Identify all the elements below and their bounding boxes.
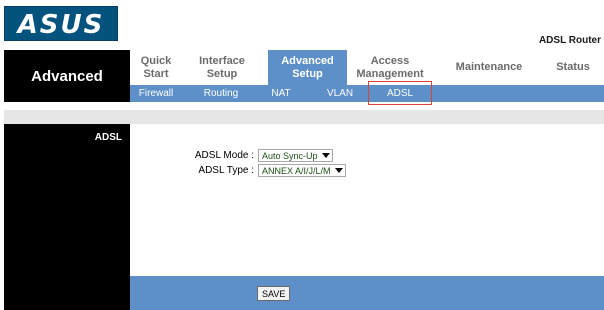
subtab-routing[interactable]: Routing	[194, 85, 248, 102]
tab-label: Start	[143, 67, 169, 80]
main-nav: Quick Start Interface Setup Advanced Setup …	[130, 50, 604, 85]
tab-access-management[interactable]: Access Management	[350, 50, 430, 85]
tab-status[interactable]: Status	[542, 50, 604, 85]
tab-label: Access	[370, 54, 410, 67]
chevron-down-icon	[334, 168, 343, 173]
content-area: ADSL Mode : Auto Sync-Up ADSL Type : ANN…	[130, 124, 604, 276]
chevron-down-icon	[321, 153, 330, 158]
tab-interface-setup[interactable]: Interface Setup	[182, 50, 262, 85]
tab-quick-start[interactable]: Quick Start	[130, 50, 182, 85]
subtab-firewall[interactable]: Firewall	[130, 85, 182, 102]
adsl-mode-select[interactable]: Auto Sync-Up	[258, 149, 333, 162]
tab-label: Advanced	[281, 54, 334, 67]
asus-logo-mark: ASUS	[16, 11, 105, 37]
tab-label: Maintenance	[455, 61, 523, 73]
tab-label: Status	[556, 61, 590, 73]
tab-advanced-setup[interactable]: Advanced Setup	[268, 50, 347, 85]
tab-label: Quick	[140, 54, 172, 67]
footer-left	[4, 276, 130, 310]
sub-nav: Firewall Routing NAT VLAN ADSL	[130, 85, 604, 102]
spacer-band	[4, 110, 604, 124]
adsl-mode-label: ADSL Mode :	[194, 150, 254, 161]
asus-logo: ASUS	[4, 6, 118, 41]
sidebar-title: ADSL	[94, 132, 122, 143]
subtab-vlan[interactable]: VLAN	[320, 85, 360, 102]
adsl-type-value: ANNEX A/I/J/L/M	[262, 165, 331, 176]
adsl-type-select[interactable]: ANNEX A/I/J/L/M	[258, 164, 346, 177]
footer-bar: SAVE	[130, 276, 604, 310]
tab-label: Management	[356, 67, 424, 80]
save-button[interactable]: SAVE	[257, 286, 291, 301]
subtab-nat[interactable]: NAT	[261, 85, 301, 102]
tab-label: Interface	[199, 54, 245, 67]
adsl-mode-value: Auto Sync-Up	[262, 150, 318, 161]
active-subtab-highlight	[368, 81, 432, 105]
product-name: ADSL Router	[538, 35, 601, 46]
svg-text:ASUS: ASUS	[16, 11, 105, 37]
tab-label: Setup	[292, 67, 323, 80]
sidebar: ADSL	[4, 124, 130, 276]
tab-maintenance[interactable]: Maintenance	[448, 50, 530, 85]
adsl-type-row: ADSL Type : ANNEX A/I/J/L/M	[130, 164, 346, 177]
section-title: Advanced	[4, 50, 130, 102]
tab-label: Setup	[206, 67, 238, 80]
adsl-type-label: ADSL Type :	[198, 165, 254, 176]
adsl-mode-row: ADSL Mode : Auto Sync-Up	[130, 149, 333, 162]
